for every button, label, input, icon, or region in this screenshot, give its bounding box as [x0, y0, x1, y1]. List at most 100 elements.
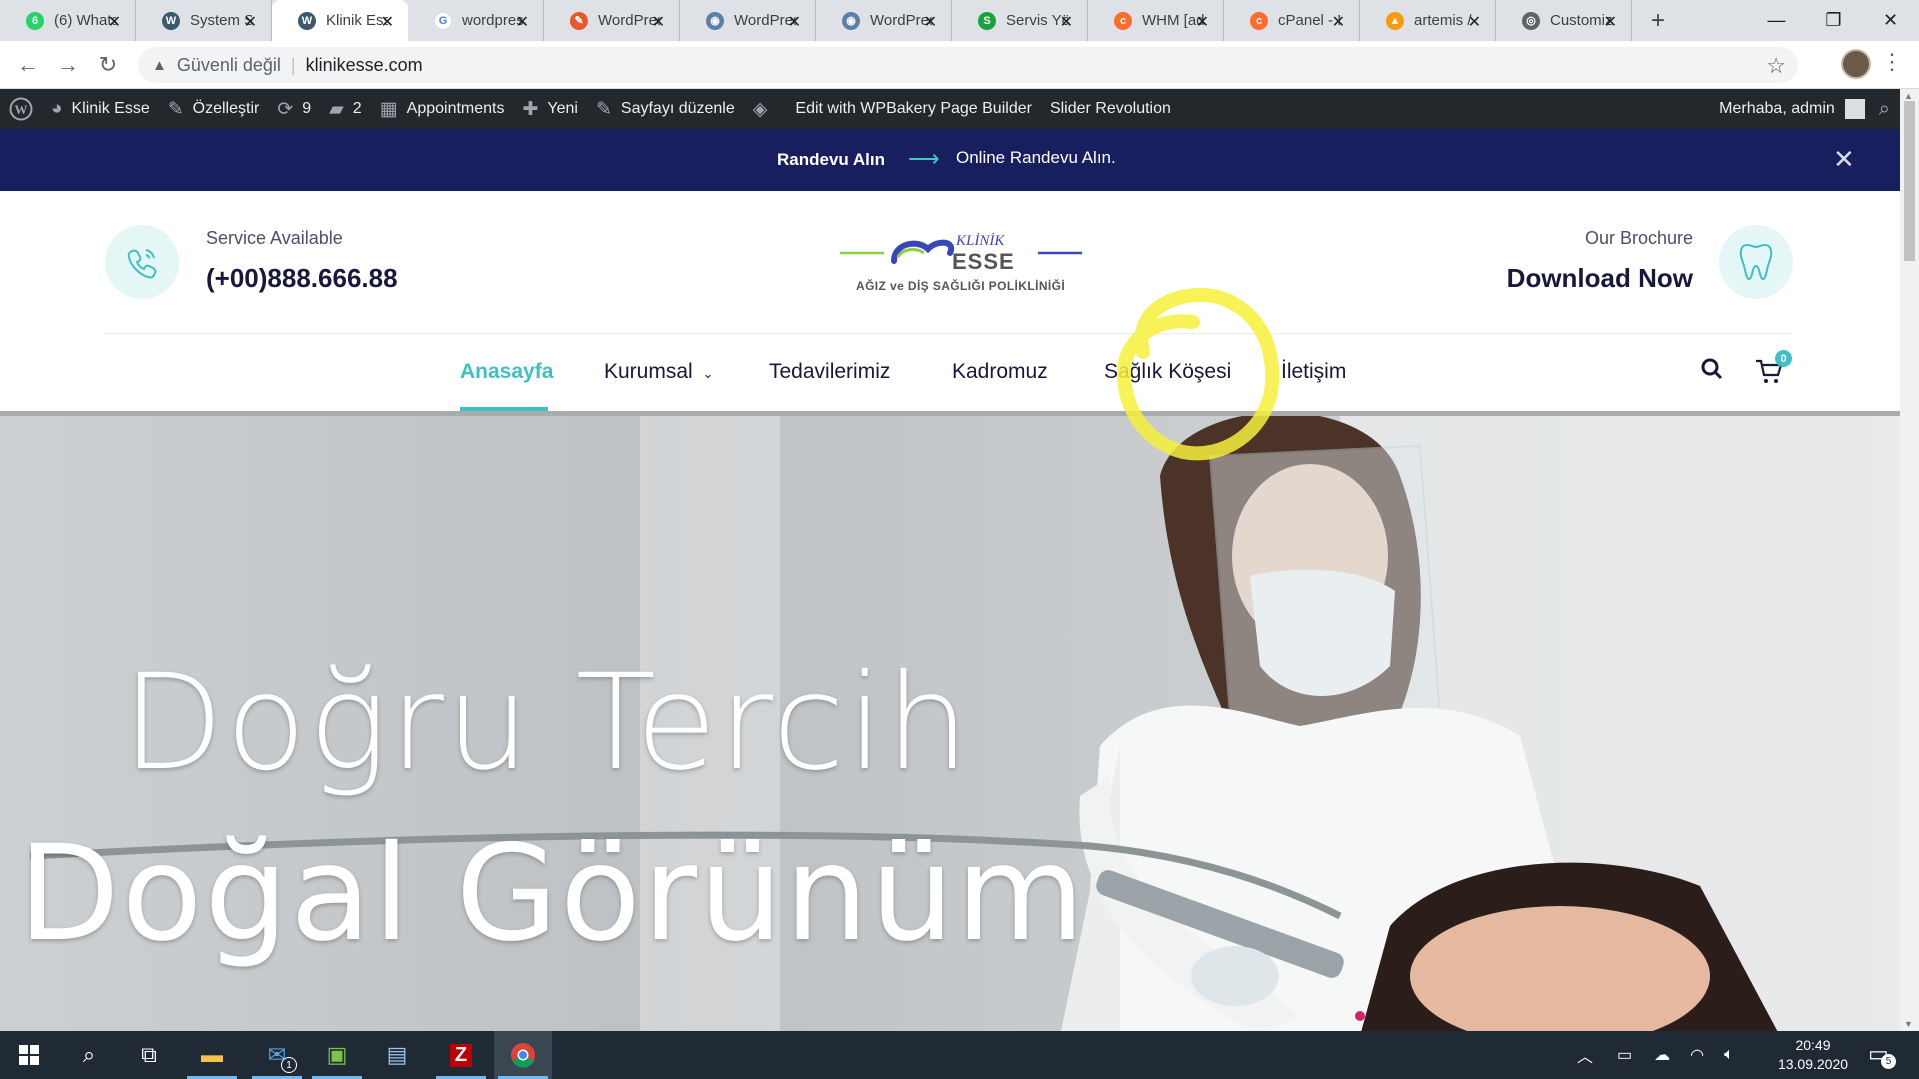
arrow-right-icon: ⟶	[908, 146, 940, 171]
url-text[interactable]: klinikesse.com	[306, 55, 423, 76]
nav-kadromuz[interactable]: Kadromuz	[952, 360, 1048, 384]
wp-customize[interactable]: ✎ Özelleştir	[159, 89, 269, 129]
search-icon[interactable]: ⌕	[1879, 98, 1890, 121]
brush-icon: ✎	[167, 98, 184, 120]
nav-iletisim[interactable]: İletişim	[1281, 360, 1346, 384]
system-clock[interactable]: 20:49 13.09.2020	[1773, 1036, 1853, 1074]
scroll-up-icon[interactable]: ▲	[1904, 91, 1913, 101]
menu-kebab-icon[interactable]: ⋮	[1877, 49, 1907, 75]
tab-wordpress-3[interactable]: ◉ WordPress ✕	[816, 0, 952, 41]
wp-appointments[interactable]: ▦ Appointments	[371, 89, 514, 129]
tab-system-status[interactable]: W System Status ✕	[136, 0, 272, 41]
close-icon[interactable]: ✕	[652, 12, 665, 32]
address-bar[interactable]: ▲ Güvenli değil | klinikesse.com ☆	[138, 47, 1798, 83]
cloud-icon[interactable]: ☁	[1654, 1045, 1670, 1065]
nav-saglik-kosesi[interactable]: Sağlık Köşesi	[1104, 360, 1231, 384]
close-icon[interactable]: ✕	[1468, 12, 1481, 32]
browser-tab-strip: 6 (6) WhatsApp ✕ W System Status ✕ W Kli…	[0, 0, 1919, 41]
scroll-down-icon[interactable]: ▼	[1904, 1019, 1913, 1029]
image-editor-icon[interactable]: ▣	[308, 1031, 366, 1079]
wp-edit-page[interactable]: ✎ Sayfayı düzenle	[587, 89, 744, 129]
announcement-text[interactable]: Online Randevu Alın.	[956, 148, 1116, 168]
mail-icon[interactable]: ✉ 1	[248, 1031, 306, 1079]
bookmark-star-icon[interactable]: ☆	[1766, 53, 1786, 79]
battery-icon[interactable]: ▭	[1617, 1045, 1632, 1065]
task-view-icon[interactable]: ⧉	[120, 1031, 178, 1079]
tab-whm[interactable]: c WHM [admin] ✕	[1088, 0, 1224, 41]
filezilla-icon[interactable]: Z	[432, 1031, 490, 1079]
customize-label: Özelleştir	[192, 100, 260, 117]
volume-icon[interactable]: 🔈︎	[1724, 1046, 1734, 1064]
wifi-icon[interactable]: ◠	[1690, 1045, 1704, 1065]
chevron-up-icon[interactable]: ︿	[1577, 1043, 1593, 1067]
wp-slider-revolution[interactable]: Slider Revolution	[1041, 89, 1180, 129]
close-icon[interactable]: ✕	[924, 12, 937, 32]
cpanel-icon: c	[1250, 11, 1268, 30]
wp-wpbakery[interactable]: ◈ Edit with WPBakery Page Builder	[744, 89, 1041, 129]
service-phone[interactable]: (+00)888.666.88	[206, 263, 398, 294]
restore-icon[interactable]: ❐	[1805, 0, 1862, 41]
security-label[interactable]: Güvenli değil	[177, 55, 281, 76]
comment-icon: ▰	[329, 98, 344, 120]
close-icon[interactable]: ✕	[1604, 12, 1617, 32]
search-icon[interactable]: ⌕	[60, 1031, 118, 1079]
nav-anasayfa[interactable]: Anasayfa	[460, 360, 553, 384]
close-window-icon[interactable]: ✕	[1862, 0, 1919, 41]
tab-klinik-esse[interactable]: W Klinik Esse ✕	[272, 0, 408, 41]
greeting[interactable]: Merhaba, admin	[1719, 100, 1835, 118]
logo-mark: KLİNİK ESSE	[840, 233, 1082, 274]
forward-icon[interactable]: →	[54, 51, 82, 79]
close-icon[interactable]: ✕	[1060, 12, 1073, 32]
wp-updates[interactable]: ⟳ 9	[268, 89, 320, 129]
tab-wordpress-2[interactable]: ◉ WordPress ✕	[680, 0, 816, 41]
window-controls: — ❐ ✕	[1748, 0, 1919, 41]
brochure-download-link[interactable]: Download Now	[1507, 263, 1693, 294]
tab-wordpress-theme[interactable]: ✎ WordPress ✕	[544, 0, 680, 41]
wp-site-name[interactable]: ◕ Klinik Esse	[42, 89, 159, 129]
windows-logo-icon	[19, 1045, 39, 1065]
wp-comments[interactable]: ▰ 2	[320, 89, 371, 129]
wordpress-icon: W	[298, 11, 316, 30]
tab-whatsapp[interactable]: 6 (6) WhatsApp ✕	[0, 0, 136, 41]
notepad-icon[interactable]: ▤	[368, 1031, 426, 1079]
close-icon[interactable]: ✕	[1196, 12, 1209, 32]
close-icon[interactable]: ✕	[1332, 12, 1345, 32]
search-icon[interactable]	[1701, 358, 1723, 386]
tab-customize[interactable]: ◎ Customize ✕	[1496, 0, 1632, 41]
close-icon[interactable]: ✕	[516, 12, 529, 32]
reload-icon[interactable]: ↻	[94, 51, 122, 79]
tab-google-wordpress[interactable]: G wordpress ✕	[408, 0, 544, 41]
close-icon[interactable]: ✕	[1833, 144, 1855, 175]
close-icon[interactable]: ✕	[788, 12, 801, 32]
calendar-icon: ▦	[379, 98, 398, 120]
close-icon[interactable]: ✕	[108, 12, 121, 32]
service-icon: S	[978, 11, 996, 30]
site-logo[interactable]: KLİNİK ESSE AĞIZ ve DİŞ SAĞLIĞI POLİKLİN…	[838, 231, 1084, 297]
warning-icon[interactable]: ▲	[152, 57, 167, 74]
minimize-icon[interactable]: —	[1748, 0, 1805, 41]
tab-servis[interactable]: S Servis Yönetimi ✕	[952, 0, 1088, 41]
chrome-icon[interactable]	[494, 1031, 552, 1079]
page-scrollbar[interactable]: ▲ ▼	[1900, 89, 1919, 1031]
admin-avatar[interactable]	[1844, 99, 1865, 119]
nav-kurumsal[interactable]: Kurumsal ⌄	[604, 360, 713, 384]
start-button[interactable]	[0, 1031, 58, 1079]
file-explorer-icon[interactable]: ▬	[183, 1031, 241, 1079]
divider: |	[290, 54, 296, 75]
profile-avatar[interactable]	[1841, 49, 1871, 79]
updates-icon: ⟳	[277, 98, 294, 120]
tab-cpanel[interactable]: c cPanel - Main ✕	[1224, 0, 1360, 41]
nav-tedavilerimiz[interactable]: Tedavilerimiz	[769, 360, 890, 384]
wp-logo-menu[interactable]: W	[0, 89, 42, 129]
wp-new[interactable]: ✚ Yeni	[514, 89, 587, 129]
brochure-label: Our Brochure	[1584, 228, 1693, 248]
scrollbar-thumb[interactable]	[1904, 101, 1915, 261]
tab-phpmyadmin[interactable]: ▲ artemis / phpMyAdmin ✕	[1360, 0, 1496, 41]
close-icon[interactable]: ✕	[381, 12, 394, 32]
new-label: Yeni	[547, 100, 578, 117]
announcement-title[interactable]: Randevu Alın	[777, 150, 885, 170]
close-icon[interactable]: ✕	[244, 12, 257, 32]
globe-icon: ◉	[842, 11, 860, 30]
back-icon[interactable]: ←	[14, 51, 42, 79]
new-tab-button[interactable]: +	[1638, 0, 1678, 41]
